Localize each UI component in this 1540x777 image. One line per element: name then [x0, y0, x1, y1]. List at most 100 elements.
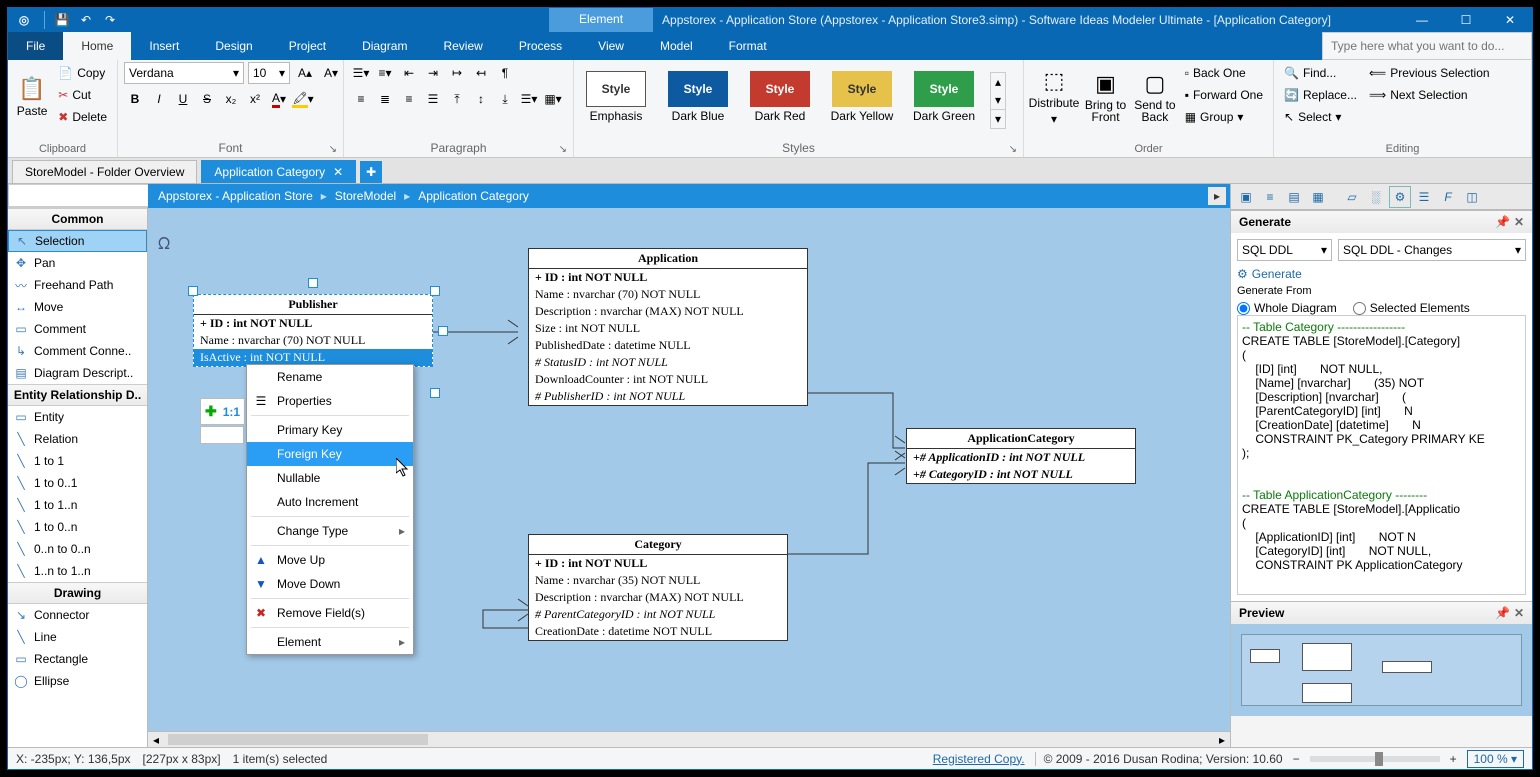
justify-button[interactable]: ☰: [422, 88, 444, 110]
close-icon[interactable]: ✕: [1514, 215, 1524, 229]
toolbox-item-line[interactable]: ╲Line: [8, 626, 147, 648]
highlight-button[interactable]: 🖍▾: [292, 88, 314, 110]
close-button[interactable]: ✕: [1488, 8, 1532, 32]
entity-field[interactable]: + ID : int NOT NULL: [529, 269, 807, 286]
menu-properties[interactable]: ☰Properties: [247, 389, 413, 413]
numbering-button[interactable]: ≡▾: [374, 62, 396, 84]
entity-field[interactable]: # PublisherID : int NOT NULL: [529, 388, 807, 405]
entity-field[interactable]: +# ApplicationID : int NOT NULL: [907, 449, 1135, 466]
tab-diagram[interactable]: Diagram: [344, 32, 425, 60]
entity-field[interactable]: Name : nvarchar (70) NOT NULL: [529, 286, 807, 303]
font-size-combo[interactable]: 10▾: [248, 62, 290, 84]
valign-top-button[interactable]: ⤒: [446, 88, 468, 110]
find-button[interactable]: 🔍Find...: [1280, 62, 1361, 84]
entity-field[interactable]: # ParentCategoryID : int NOT NULL: [529, 606, 787, 623]
generate-link[interactable]: ⚙Generate: [1237, 267, 1526, 281]
send-to-back-button[interactable]: ▢Send to Back: [1133, 62, 1177, 132]
entity-field[interactable]: DownloadCounter : int NOT NULL: [529, 371, 807, 388]
toolbox-item-ellipse[interactable]: ◯Ellipse: [8, 670, 147, 692]
styles-scroll-up[interactable]: ▴: [991, 73, 1005, 91]
tab-design[interactable]: Design: [197, 32, 270, 60]
zoom-out-button[interactable]: −: [1293, 752, 1300, 766]
tab-model[interactable]: Model: [642, 32, 711, 60]
entity-field[interactable]: PublishedDate : datetime NULL: [529, 337, 807, 354]
toolbox-item-1-to-0-1[interactable]: ╲1 to 0..1: [8, 472, 147, 494]
tab-review[interactable]: Review: [425, 32, 500, 60]
toolbox-item-freehand-path[interactable]: 〰Freehand Path: [8, 274, 147, 296]
tab-view[interactable]: View: [580, 32, 642, 60]
cut-button[interactable]: ✂Cut: [54, 84, 111, 106]
entity-field[interactable]: CreationDate : datetime NOT NULL: [529, 623, 787, 640]
rp-icon-2[interactable]: ≡: [1259, 186, 1281, 208]
toolbox-item-relation[interactable]: ╲Relation: [8, 428, 147, 450]
entity-field[interactable]: +# CategoryID : int NOT NULL: [907, 466, 1135, 483]
sql-output[interactable]: -- Table Category -----------------CREAT…: [1237, 315, 1526, 595]
zoom-in-button[interactable]: +: [1450, 752, 1457, 766]
subscript-button[interactable]: x₂: [220, 88, 242, 110]
font-grow-button[interactable]: A▴: [294, 62, 316, 84]
rp-icon-8[interactable]: ☰: [1413, 186, 1435, 208]
toolbox-item-1-to-1[interactable]: ╲1 to 1: [8, 450, 147, 472]
dialog-launcher-icon[interactable]: ↘: [329, 144, 337, 155]
delete-button[interactable]: ✖Delete: [54, 106, 111, 128]
styles-more-button[interactable]: ▾: [991, 109, 1005, 128]
spacing-button[interactable]: ☰▾: [518, 88, 540, 110]
toolbox-item-1-to-0-n[interactable]: ╲1 to 0..n: [8, 516, 147, 538]
menu-auto-increment[interactable]: Auto Increment: [247, 490, 413, 514]
registered-link[interactable]: Registered Copy.: [933, 752, 1025, 766]
menu-element[interactable]: Element▸: [247, 630, 413, 654]
superscript-button[interactable]: x²: [244, 88, 266, 110]
underline-button[interactable]: U: [172, 88, 194, 110]
dialog-launcher-icon[interactable]: ↘: [559, 144, 567, 155]
rp-icon-4[interactable]: ▦: [1307, 186, 1329, 208]
toolbox-item-rectangle[interactable]: ▭Rectangle: [8, 648, 147, 670]
close-tab-icon[interactable]: ✕: [333, 165, 343, 179]
italic-button[interactable]: I: [148, 88, 170, 110]
toolbox-item-selection[interactable]: ↖Selection: [8, 230, 147, 252]
relation-icon[interactable]: 1:1: [223, 405, 240, 419]
pilcrow-button[interactable]: ¶: [494, 62, 516, 84]
scrollbar-thumb[interactable]: [168, 734, 428, 745]
menu-change-type[interactable]: Change Type▸: [247, 519, 413, 543]
borders-button[interactable]: ▦▾: [542, 88, 564, 110]
entity-field[interactable]: Description : nvarchar (MAX) NOT NULL: [529, 303, 807, 320]
toolbox-item-1-to-1-n[interactable]: ╲1 to 1..n: [8, 494, 147, 516]
align-right-button[interactable]: ≡: [398, 88, 420, 110]
tab-format[interactable]: Format: [711, 32, 785, 60]
toolbox-header-erd[interactable]: Entity Relationship D..: [8, 384, 147, 406]
entity-field[interactable]: + ID : int NOT NULL: [194, 315, 432, 332]
scroll-right-button[interactable]: ▸: [1214, 732, 1230, 747]
pin-icon[interactable]: 📌: [1495, 606, 1510, 620]
zoom-slider[interactable]: [1310, 756, 1440, 762]
resize-handle-n[interactable]: [308, 278, 318, 288]
font-shrink-button[interactable]: A▾: [320, 62, 342, 84]
tab-project[interactable]: Project: [271, 32, 344, 60]
toolbox-item-comment-conne-[interactable]: ↳Comment Conne..: [8, 340, 147, 362]
smart-actions[interactable]: ✚ 1:1: [200, 398, 245, 425]
ribbon-search-input[interactable]: [1322, 32, 1532, 60]
bold-button[interactable]: B: [124, 88, 146, 110]
document-tab-application-category[interactable]: Application Category✕: [201, 160, 356, 183]
rp-icon-9[interactable]: F: [1437, 186, 1459, 208]
align-left-button[interactable]: ≡: [350, 88, 372, 110]
resize-handle-se[interactable]: [430, 388, 440, 398]
entity-field[interactable]: Description : nvarchar (MAX) NOT NULL: [529, 589, 787, 606]
menu-rename[interactable]: Rename: [247, 365, 413, 389]
zoom-value[interactable]: 100 % ▾: [1467, 750, 1524, 768]
strike-button[interactable]: S: [196, 88, 218, 110]
font-name-combo[interactable]: Verdana▾: [124, 62, 244, 84]
toolbox-item-pan[interactable]: ✥Pan: [8, 252, 147, 274]
menu-remove-fields[interactable]: ✖Remove Field(s): [247, 601, 413, 625]
toolbox-item-move[interactable]: ↔Move: [8, 296, 147, 318]
add-tab-button[interactable]: ✚: [360, 161, 382, 183]
toolbox-item-comment[interactable]: ▭Comment: [8, 318, 147, 340]
forward-one-button[interactable]: ▪Forward One: [1181, 84, 1267, 106]
preview-canvas[interactable]: [1231, 624, 1532, 716]
zoom-knob[interactable]: [1375, 752, 1383, 766]
toolbox-item-0-n-to-0-n[interactable]: ╲0..n to 0..n: [8, 538, 147, 560]
entity-field[interactable]: Size : int NOT NULL: [529, 320, 807, 337]
tab-ltr-button[interactable]: ↦: [446, 62, 468, 84]
tab-rtl-button[interactable]: ↤: [470, 62, 492, 84]
sqlddl-mode-combo[interactable]: SQL DDL - Changes▾: [1338, 239, 1526, 261]
rp-icon-3[interactable]: ▤: [1283, 186, 1305, 208]
